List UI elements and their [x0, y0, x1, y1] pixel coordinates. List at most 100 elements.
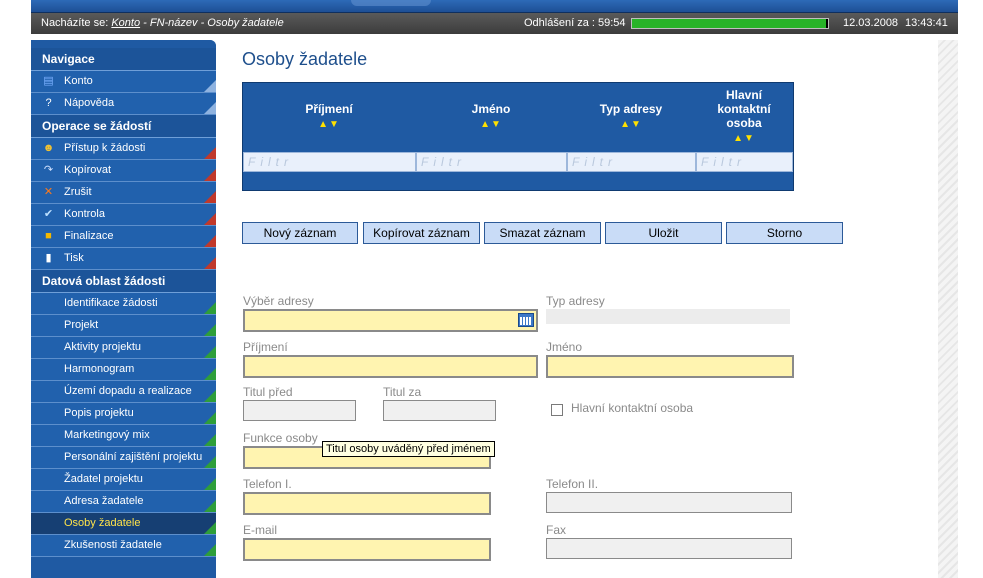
breadcrumb-link-konto[interactable]: Konto	[111, 17, 140, 29]
surname-label: Příjmení	[243, 340, 288, 354]
save-button[interactable]: Uložit	[605, 222, 722, 244]
sidebar-item-napoveda[interactable]: ? Nápověda	[31, 93, 216, 115]
sidebar-item-kopirovat[interactable]: ↷ Kopírovat	[31, 160, 216, 182]
phone1-input[interactable]	[243, 492, 491, 515]
filter-hlavni-kontakt[interactable]: Filtr	[696, 152, 793, 172]
sort-arrows-icon[interactable]: ▲▼	[733, 132, 755, 146]
filter-jmeno[interactable]: Filtr	[416, 152, 567, 172]
address-select-input[interactable]	[243, 309, 538, 332]
sidebar-item-label: Území dopadu a realizace	[64, 385, 192, 397]
sidebar-item-label: Přístup k žádosti	[64, 142, 146, 154]
sidebar-item-label: Osoby žadatele	[64, 517, 141, 529]
filter-prijmeni[interactable]: Filtr	[243, 152, 416, 172]
sidebar-item-tisk[interactable]: ▮ Tisk	[31, 248, 216, 270]
main-content: Osoby žadatele Příjmení ▲▼ Jméno ▲▼ Typ …	[216, 40, 938, 578]
sidebar-section-navigace: Navigace	[31, 48, 216, 71]
sidebar-item-label: Aktivity projektu	[64, 341, 142, 353]
sidebar-section-operace: Operace se žádostí	[31, 115, 216, 138]
sidebar-item-finalizace[interactable]: ■ Finalizace	[31, 226, 216, 248]
name-label: Jméno	[546, 340, 583, 354]
main-contact-checkbox[interactable]	[551, 404, 563, 416]
sidebar-item-label: Zrušit	[64, 186, 92, 198]
sidebar-item-harmonogram[interactable]: Harmonogram	[31, 359, 216, 381]
sidebar-item-zrusit[interactable]: ✕ Zrušit	[31, 182, 216, 204]
sidebar-item-label: Marketingový mix	[64, 429, 150, 441]
sidebar-item-identifikace[interactable]: Identifikace žádosti	[31, 293, 216, 315]
sidebar-item-label: Kontrola	[64, 208, 105, 220]
sidebar-item-projekt[interactable]: Projekt	[31, 315, 216, 337]
sidebar-item-zadatel[interactable]: Žadatel projektu	[31, 469, 216, 491]
sidebar-item-label: Harmonogram	[64, 363, 135, 375]
status-time: 13:43:41	[905, 17, 948, 29]
grid-header-hlavni-kontakt[interactable]: Hlavní kontaktní osoba ▲▼	[696, 83, 792, 151]
grid-header-jmeno[interactable]: Jméno ▲▼	[416, 83, 566, 151]
grid-header-prijmeni[interactable]: Příjmení ▲▼	[243, 83, 415, 151]
sort-arrows-icon[interactable]: ▲▼	[620, 118, 642, 132]
check-icon: ✔	[43, 208, 54, 220]
page-title: Osoby žadatele	[242, 49, 368, 69]
logout-countdown: Odhlášení za : 59:54	[524, 17, 626, 29]
grid-header-label: Příjmení	[305, 102, 353, 116]
phone2-input[interactable]	[546, 492, 792, 513]
copy-arrow-icon: ↷	[43, 164, 54, 176]
surname-input[interactable]	[243, 355, 538, 378]
sidebar-item-uzemi[interactable]: Území dopadu a realizace	[31, 381, 216, 403]
sidebar-item-personalni[interactable]: Personální zajištění projektu	[31, 447, 216, 469]
fax-input[interactable]	[546, 538, 792, 559]
sidebar-item-label: Žadatel projektu	[64, 473, 143, 485]
sidebar-item-marketing[interactable]: Marketingový mix	[31, 425, 216, 447]
lock-icon: ■	[45, 230, 52, 242]
grid-header-label: Jméno	[471, 102, 511, 116]
sort-arrows-icon[interactable]: ▲▼	[318, 118, 340, 132]
name-input[interactable]	[546, 355, 794, 378]
sidebar-item-label: Finalizace	[64, 230, 114, 242]
top-banner	[31, 0, 958, 13]
cancel-icon: ✕	[43, 186, 54, 198]
sidebar-item-label: Nápověda	[64, 97, 115, 109]
sidebar-item-osoby[interactable]: Osoby žadatele	[31, 513, 216, 535]
address-picker-icon[interactable]	[518, 313, 534, 327]
sidebar: Navigace ▤ Konto ? Nápověda Operace se ž…	[31, 40, 216, 578]
breadcrumb-current: - FN-název - Osoby žadatele	[140, 17, 284, 29]
grid-header-typ-adresy[interactable]: Typ adresy ▲▼	[567, 83, 695, 151]
title-after-input[interactable]	[383, 400, 496, 421]
sidebar-item-label: Popis projektu	[64, 407, 134, 419]
session-progress-fill	[632, 19, 827, 28]
sidebar-item-konto[interactable]: ▤ Konto	[31, 71, 216, 93]
grid-header-label: Hlavní kontaktní osoba	[717, 88, 771, 130]
sidebar-item-popis[interactable]: Popis projektu	[31, 403, 216, 425]
phone2-label: Telefon II.	[546, 477, 599, 491]
window-left-margin	[0, 0, 31, 578]
sidebar-section-datova-oblast: Datová oblast žádosti	[31, 270, 216, 293]
fax-label: Fax	[546, 523, 567, 537]
sidebar-item-label: Identifikace žádosti	[64, 297, 158, 309]
main-contact-label: Hlavní kontaktní osoba	[571, 401, 694, 415]
sidebar-item-label: Tisk	[64, 252, 84, 264]
delete-record-button[interactable]: Smazat záznam	[484, 222, 601, 244]
copy-record-button[interactable]: Kopírovat záznam	[363, 222, 480, 244]
email-input[interactable]	[243, 538, 491, 561]
new-record-button[interactable]: Nový záznam	[242, 222, 358, 244]
address-select-label: Výběr adresy	[243, 294, 314, 308]
sidebar-item-label: Adresa žadatele	[64, 495, 144, 507]
sidebar-item-zkusenosti[interactable]: Zkušenosti žadatele	[31, 535, 216, 557]
breadcrumb-prefix: Nacházíte se:	[41, 17, 112, 29]
sidebar-item-label: Personální zajištění projektu	[64, 451, 203, 463]
grid-header-label: Typ adresy	[599, 102, 663, 116]
window-right-margin	[958, 0, 983, 578]
sidebar-item-pristup[interactable]: ☻ Přístup k žádosti	[31, 138, 216, 160]
sidebar-item-aktivity[interactable]: Aktivity projektu	[31, 337, 216, 359]
persons-grid: Příjmení ▲▼ Jméno ▲▼ Typ adresy ▲▼ Hlavn…	[242, 82, 794, 191]
filter-typ-adresy[interactable]: Filtr	[567, 152, 696, 172]
function-label: Funkce osoby	[243, 431, 318, 445]
cancel-button[interactable]: Storno	[726, 222, 843, 244]
sidebar-item-label: Kopírovat	[64, 164, 112, 176]
title-before-input[interactable]	[243, 400, 356, 421]
email-label: E-mail	[243, 523, 278, 537]
sort-arrows-icon[interactable]: ▲▼	[480, 118, 502, 132]
sidebar-item-kontrola[interactable]: ✔ Kontrola	[31, 204, 216, 226]
account-icon: ▤	[43, 75, 54, 87]
title-after-label: Titul za	[383, 385, 422, 399]
sidebar-item-adresa[interactable]: Adresa žadatele	[31, 491, 216, 513]
print-icon: ▮	[45, 252, 52, 264]
